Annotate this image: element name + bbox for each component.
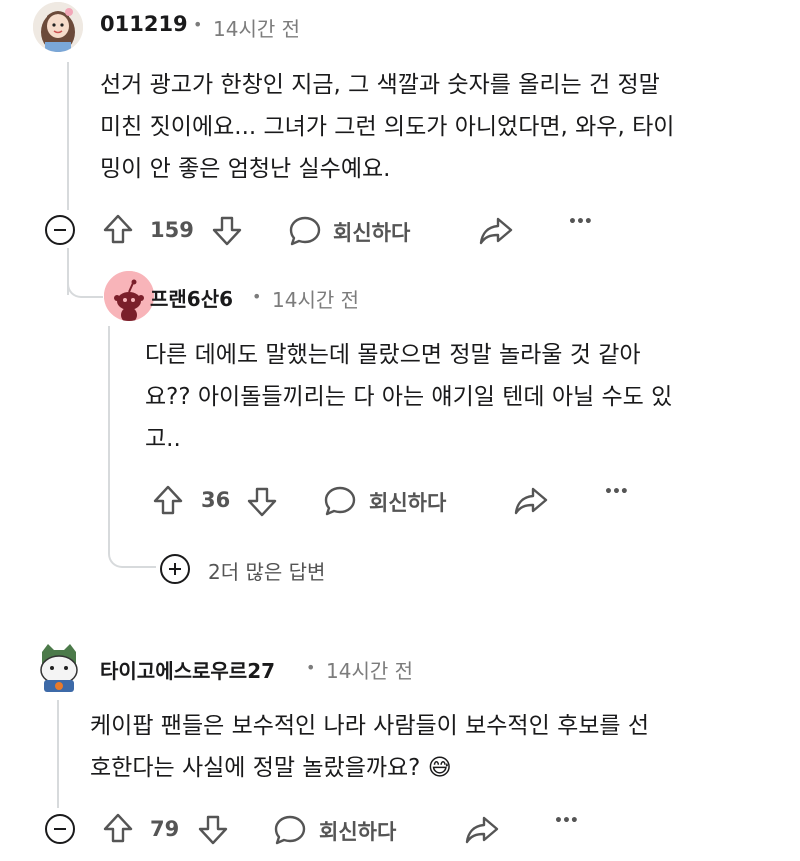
collapse-thread-button[interactable]: [45, 215, 75, 245]
share-icon[interactable]: [464, 813, 500, 847]
reply-button[interactable]: 회신하다: [319, 816, 396, 846]
upvote-icon[interactable]: [151, 483, 185, 517]
comment-body-line: 선거 광고가 한창인 지금, 그 색깔과 숫자를 올리는 건 정말: [100, 72, 660, 98]
expand-more-replies-button[interactable]: [160, 554, 190, 584]
more-replies-link[interactable]: 2더 많은 답변: [208, 556, 325, 585]
reply-button[interactable]: 회신하다: [333, 217, 410, 247]
thread-line-reply: [108, 326, 110, 546]
upvote-icon[interactable]: [101, 811, 135, 845]
downvote-icon[interactable]: [245, 485, 279, 519]
user-avatar-icon: [33, 2, 83, 52]
reply-bubble-icon[interactable]: [323, 484, 357, 518]
meta-separator: •: [306, 658, 316, 677]
downvote-icon[interactable]: [196, 813, 230, 847]
comment-body-line: 밍이 안 좋은 엄청난 실수예요.: [100, 156, 391, 182]
reply-bubble-icon[interactable]: [288, 214, 322, 248]
avatar[interactable]: [104, 271, 154, 321]
share-icon[interactable]: [478, 214, 514, 248]
downvote-icon[interactable]: [210, 214, 244, 248]
upvote-icon[interactable]: [101, 212, 135, 246]
comment-timestamp: 14시간 전: [272, 288, 360, 312]
cat-avatar-icon: [40, 644, 78, 692]
meta-separator: •: [193, 15, 203, 34]
avatar[interactable]: [33, 2, 83, 52]
thread-connector: [67, 276, 103, 298]
comment-body-line: 호한다는 사실에 정말 놀랐을까요? 😅: [90, 755, 452, 781]
more-options-icon[interactable]: •••: [568, 214, 593, 230]
comment-body-line: 요?? 아이돌들끼리는 다 아는 얘기일 텐데 아닐 수도 있: [145, 384, 673, 410]
vote-count: 36: [201, 488, 231, 512]
thread-line-third: [57, 700, 59, 808]
vote-count: 79: [150, 817, 180, 841]
avatar[interactable]: [34, 640, 84, 692]
share-icon[interactable]: [513, 484, 549, 518]
comment-username[interactable]: 타이고에스로우르27: [100, 655, 275, 684]
more-options-icon[interactable]: •••: [604, 484, 629, 500]
comment-body-line: 미친 짓이에요... 그녀가 그런 의도가 아니었다면, 와우, 타이: [100, 114, 675, 140]
meta-separator: •: [252, 287, 262, 306]
comment-username[interactable]: 011219: [100, 12, 188, 36]
comment-body-line: 케이팝 팬들은 보수적인 나라 사람들이 보수적인 후보를 선: [90, 713, 650, 739]
comment-timestamp: 14시간 전: [326, 659, 414, 683]
comment-body-line: 고..: [145, 426, 181, 452]
more-options-icon[interactable]: •••: [554, 813, 579, 829]
vote-count: 159: [150, 218, 194, 242]
thread-line-main: [67, 62, 69, 210]
comment-body: 다른 데에도 말했는데 몰랐으면 정말 놀라울 것 같아 요?? 아이돌들끼리는…: [145, 334, 672, 460]
comment-body-line: 다른 데에도 말했는데 몰랐으면 정말 놀라울 것 같아: [145, 342, 641, 368]
reply-bubble-icon[interactable]: [273, 813, 307, 847]
thread-connector-more: [108, 540, 156, 568]
comment-timestamp: 14시간 전: [213, 17, 301, 41]
snoo-avatar-icon: [104, 271, 154, 321]
reply-button[interactable]: 회신하다: [369, 487, 446, 517]
comment-body: 케이팝 팬들은 보수적인 나라 사람들이 보수적인 후보를 선 호한다는 사실에…: [90, 705, 649, 789]
collapse-thread-button[interactable]: [45, 814, 75, 844]
comment-body: 선거 광고가 한창인 지금, 그 색깔과 숫자를 올리는 건 정말 미친 짓이에…: [100, 64, 674, 190]
comment-username[interactable]: 프랜6산6: [150, 283, 233, 312]
